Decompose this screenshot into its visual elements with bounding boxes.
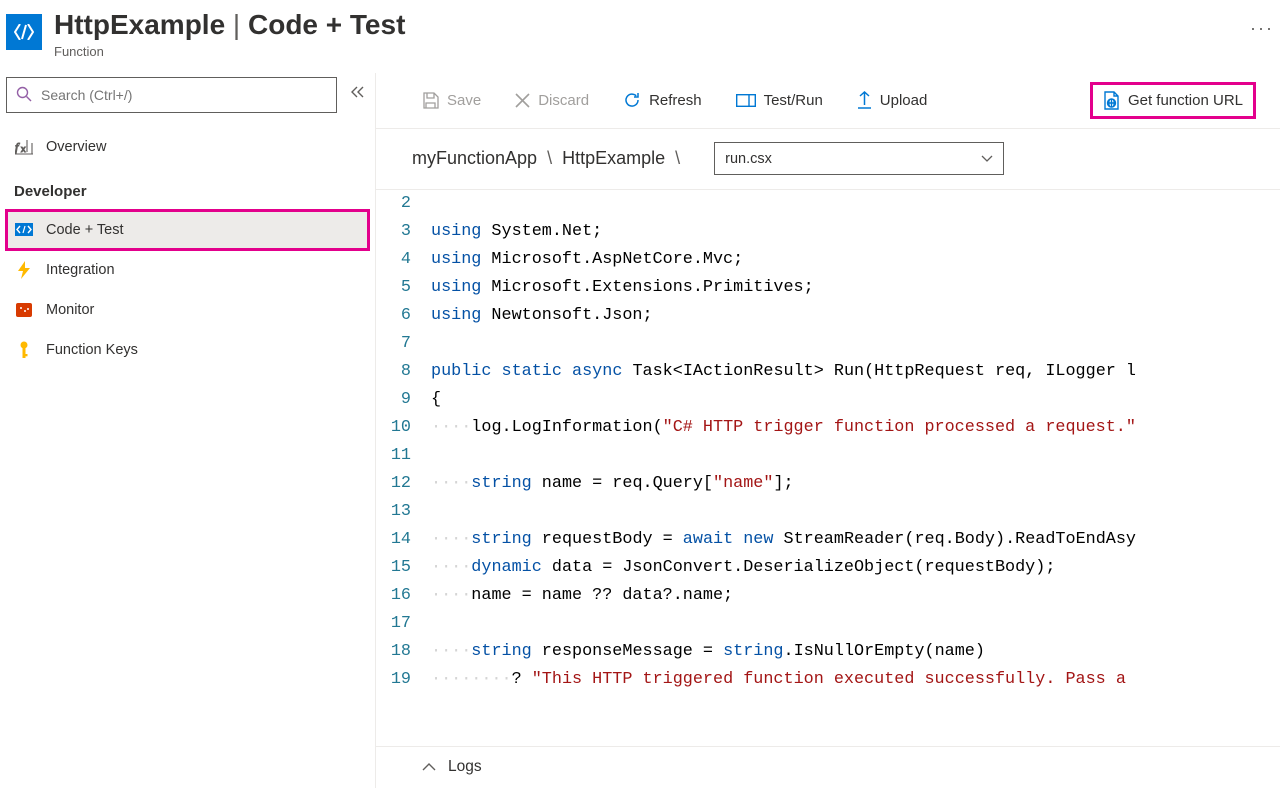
sidebar-item-function-keys[interactable]: Function Keys	[6, 330, 369, 370]
breadcrumb-function[interactable]: HttpExample	[562, 148, 665, 169]
sidebar-item-overview[interactable]: fx Overview	[6, 127, 369, 167]
get-function-url-button[interactable]: Get function URL	[1090, 82, 1256, 119]
refresh-button[interactable]: Refresh	[613, 85, 712, 115]
bolt-icon	[14, 261, 34, 279]
toolbar: Save Discard Refresh Test/Run Upload Get…	[376, 73, 1280, 129]
more-icon[interactable]: ···	[1250, 8, 1274, 39]
testrun-button[interactable]: Test/Run	[726, 86, 833, 115]
sidebar-item-label: Overview	[46, 139, 106, 155]
sidebar: fx Overview Developer Code + Test Integr…	[0, 73, 375, 788]
sidebar-item-label: Code + Test	[46, 222, 124, 238]
sidebar-item-code-test[interactable]: Code + Test	[6, 210, 369, 250]
logs-panel-toggle[interactable]: Logs	[376, 746, 1280, 788]
sidebar-item-label: Monitor	[46, 302, 94, 318]
code-editor[interactable]: 2 3using System.Net;4using Microsoft.Asp…	[376, 189, 1280, 746]
save-button[interactable]: Save	[412, 86, 491, 115]
key-icon	[14, 341, 34, 359]
breadcrumb-app[interactable]: myFunctionApp	[412, 148, 537, 169]
svg-text:x: x	[21, 144, 26, 154]
sidebar-item-label: Function Keys	[46, 342, 138, 358]
code-icon	[14, 223, 34, 236]
discard-button[interactable]: Discard	[505, 86, 599, 115]
chevron-up-icon	[422, 758, 436, 776]
sidebar-item-integration[interactable]: Integration	[6, 250, 369, 290]
sidebar-item-label: Integration	[46, 262, 115, 278]
svg-text:f: f	[15, 140, 20, 154]
sidebar-section-developer: Developer	[6, 167, 369, 210]
search-icon	[16, 86, 32, 105]
page-subtitle: Function	[54, 44, 1214, 59]
chevron-down-icon	[981, 151, 993, 167]
page-title: HttpExample | Code + Test	[54, 8, 1214, 42]
sidebar-item-monitor[interactable]: Monitor	[6, 290, 369, 330]
overview-icon: fx	[14, 139, 34, 155]
upload-button[interactable]: Upload	[847, 85, 938, 115]
function-icon	[6, 14, 42, 50]
collapse-sidebar-icon[interactable]	[347, 81, 369, 108]
file-select[interactable]: run.csx	[714, 142, 1004, 175]
logs-label: Logs	[448, 758, 482, 776]
monitor-icon	[14, 303, 34, 317]
breadcrumb: myFunctionApp \ HttpExample \ run.csx	[376, 129, 1280, 189]
search-input[interactable]	[6, 77, 337, 113]
